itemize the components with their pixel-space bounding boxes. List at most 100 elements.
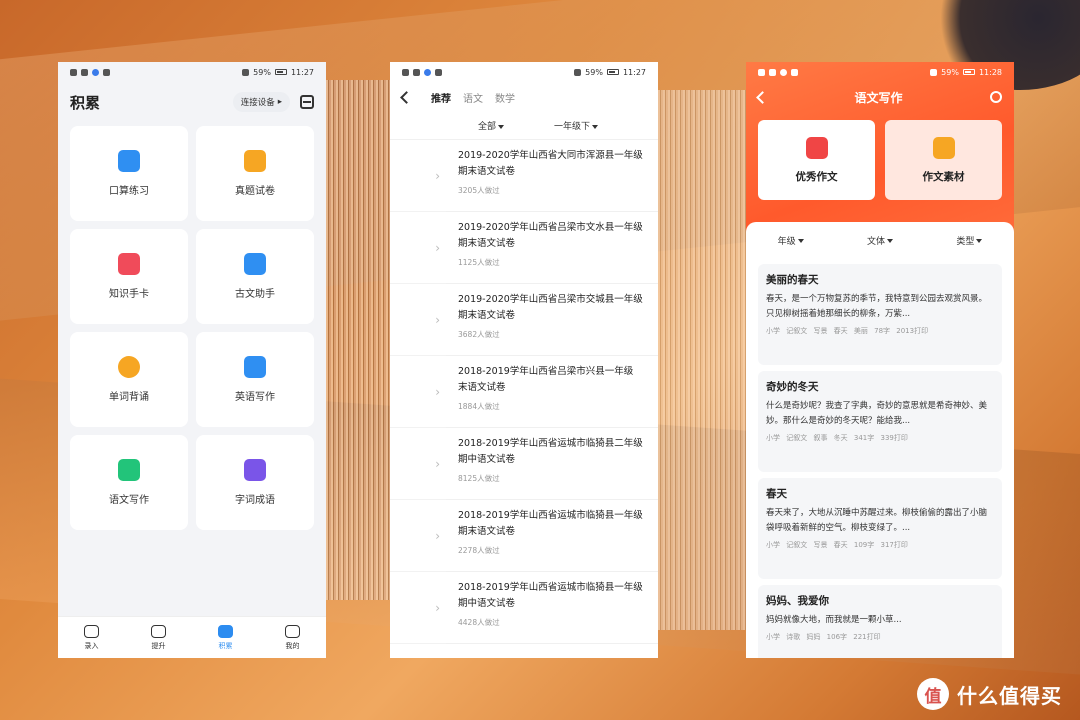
accumulate-icon bbox=[218, 624, 233, 638]
filter-grade[interactable]: 一年级下 bbox=[554, 119, 599, 132]
excellent-essays-card[interactable]: 优秀作文 bbox=[758, 120, 875, 200]
tile-ancient-text[interactable]: 古文助手 bbox=[196, 229, 314, 324]
clock: 11:28 bbox=[978, 67, 1002, 77]
wifi-icon bbox=[769, 68, 776, 76]
tab-label: 我的 bbox=[285, 641, 300, 650]
top-nav: 推荐 语文 数学 bbox=[390, 82, 658, 112]
logo-icon: 值 bbox=[917, 678, 949, 710]
filter-grade[interactable]: 年级 bbox=[778, 234, 804, 247]
tile-chinese-writing[interactable]: 语文写作 bbox=[70, 435, 188, 530]
status-bar: 59% 11:27 bbox=[390, 62, 658, 82]
list-item[interactable]: 2018-2019学年山西省运城市临猗县二年级 期中语文试卷 8125人做过 bbox=[446, 428, 658, 500]
caret-down-icon bbox=[887, 239, 893, 243]
chevron-right-icon[interactable]: › bbox=[390, 140, 446, 212]
wechat-icon bbox=[103, 68, 110, 76]
watermark-text: 什么值得买 bbox=[957, 683, 1062, 708]
exam-count: 3682人做过 bbox=[458, 330, 500, 339]
search-icon[interactable] bbox=[989, 91, 1002, 103]
tile-label: 字词成语 bbox=[235, 495, 275, 506]
back-arrow-icon[interactable] bbox=[756, 90, 769, 104]
tile-word-recite[interactable]: 单词背诵 bbox=[70, 332, 188, 427]
tile-mental-math[interactable]: 口算练习 bbox=[70, 126, 188, 221]
tab-accumulate[interactable]: 积累 bbox=[218, 624, 233, 651]
material-icon bbox=[932, 136, 955, 159]
app-icon bbox=[92, 68, 99, 76]
idiom-icon bbox=[244, 459, 266, 481]
filter-label: 类型 bbox=[956, 236, 975, 247]
tab-recommend[interactable]: 推荐 bbox=[431, 90, 451, 105]
list-item[interactable]: 2018-2019学年山西省运城市临猗县一年级 期末语文试卷 2278人做过 bbox=[446, 500, 658, 572]
ancient-text-icon bbox=[244, 253, 266, 275]
connect-device-button[interactable]: 连接设备 ▸ bbox=[232, 92, 290, 112]
chevron-right-icon[interactable]: › bbox=[390, 356, 446, 428]
wifi-icon bbox=[413, 68, 420, 76]
exam-title: 2019-2020学年山西省吕梁市文水县一年级 bbox=[458, 222, 643, 233]
header-banner: 59% 11:28 语文写作 优秀作文 作文素材 bbox=[746, 62, 1014, 237]
chevron-right-icon[interactable]: › bbox=[390, 572, 446, 644]
notification-icon bbox=[758, 68, 765, 76]
upgrade-icon bbox=[151, 624, 166, 638]
tile-knowledge-cards[interactable]: 知识手卡 bbox=[70, 229, 188, 324]
filter-type[interactable]: 类型 bbox=[956, 234, 983, 247]
exam-title-cont: 期中语文试卷 bbox=[458, 598, 516, 609]
caret-down-icon bbox=[797, 239, 804, 243]
exam-title: 2018-2019学年山西省运城市临猗县一年级 bbox=[458, 582, 643, 593]
tab-input[interactable]: 录入 bbox=[84, 624, 99, 651]
exam-paper-icon bbox=[244, 150, 266, 172]
writing-materials-card[interactable]: 作文素材 bbox=[885, 120, 1002, 200]
exam-title: 2018-2019学年山西省吕梁市兴县一年级 bbox=[458, 366, 634, 377]
back-arrow-icon[interactable] bbox=[400, 90, 413, 104]
wechat-icon bbox=[435, 68, 442, 76]
essay-card[interactable]: 美丽的春天 春天，是一个万物复苏的季节，我特意到公园去观赏风景。只见柳树摇着她那细… bbox=[758, 264, 1002, 365]
page-title: 积累 bbox=[70, 93, 101, 112]
exam-title-cont: 期末语文试卷 bbox=[458, 166, 516, 177]
app-icon bbox=[424, 68, 431, 76]
category-column: › › › › › › › bbox=[390, 140, 446, 644]
tile-exam-papers[interactable]: 真题试卷 bbox=[196, 126, 314, 221]
tab-improve[interactable]: 提升 bbox=[151, 624, 166, 651]
bluetooth-icon bbox=[242, 68, 250, 76]
chevron-right-icon[interactable]: › bbox=[390, 212, 446, 284]
card-label: 作文素材 bbox=[922, 170, 965, 183]
exam-count: 8125人做过 bbox=[458, 474, 500, 483]
top-nav: 语文写作 bbox=[746, 82, 1014, 112]
chevron-right-icon[interactable]: › bbox=[390, 500, 446, 572]
list-item[interactable]: 2019-2020学年山西省大同市浑源县一年级 期末语文试卷 3205人做过 bbox=[446, 140, 658, 212]
camera-icon bbox=[84, 624, 99, 638]
exam-title: 2019-2020学年山西省大同市浑源县一年级 bbox=[458, 150, 643, 161]
list-item[interactable]: 2019-2020学年山西省吕梁市交城县一年级 期末语文试卷 3682人做过 bbox=[446, 284, 658, 356]
profile-icon bbox=[285, 624, 300, 638]
exam-title: 2018-2019学年山西省运城市临猗县二年级 bbox=[458, 438, 643, 449]
essay-excerpt: 妈妈就像大地，而我就是一颗小草... bbox=[766, 615, 902, 625]
chevron-right-icon[interactable]: › bbox=[390, 284, 446, 356]
tile-english-writing[interactable]: 英语写作 bbox=[196, 332, 314, 427]
caret-right-icon: ▸ bbox=[277, 97, 282, 107]
essay-card[interactable]: 奇妙的冬天 什么是奇妙呢？我查了字典，奇妙的意思就是希奇神妙、美妙。那什么是奇妙的… bbox=[758, 371, 1002, 472]
essay-card[interactable]: 春天 春天来了，大地从沉睡中苏醒过来。柳枝偷偷的露出了小脑袋呼吸着新鲜的空气。柳枝… bbox=[758, 478, 1002, 579]
tab-math[interactable]: 数学 bbox=[495, 90, 515, 105]
clock: 11:27 bbox=[622, 67, 646, 77]
battery-icon bbox=[274, 69, 287, 75]
exam-count: 1884人做过 bbox=[458, 402, 500, 411]
chevron-right-icon[interactable]: › bbox=[390, 428, 446, 500]
wechat-icon bbox=[791, 68, 798, 76]
page-header: 积累 连接设备 ▸ bbox=[58, 82, 326, 122]
page-title: 语文写作 bbox=[854, 90, 903, 105]
tile-label: 古文助手 bbox=[235, 289, 275, 300]
tab-mine[interactable]: 我的 bbox=[285, 624, 300, 651]
exam-count: 2278人做过 bbox=[458, 546, 500, 555]
essay-tags: 小学 记叙文 写景 春天 109字 317打印 bbox=[766, 541, 908, 549]
tab-chinese[interactable]: 语文 bbox=[463, 90, 483, 105]
word-recite-icon bbox=[118, 356, 140, 378]
list-item[interactable]: 2019-2020学年山西省吕梁市文水县一年级 期末语文试卷 1125人做过 bbox=[446, 212, 658, 284]
essay-title: 奇妙的冬天 bbox=[766, 381, 819, 393]
scan-icon[interactable] bbox=[300, 95, 314, 109]
list-item[interactable]: 2018-2019学年山西省吕梁市兴县一年级 末语文试卷 1884人做过 bbox=[446, 356, 658, 428]
list-item[interactable]: 2018-2019学年山西省运城市临猗县一年级 期中语文试卷 4428人做过 bbox=[446, 572, 658, 644]
essay-card[interactable]: 妈妈、我爱你 妈妈就像大地，而我就是一颗小草... 小学 诗歌 妈妈 106字 22… bbox=[758, 585, 1002, 658]
app-icon bbox=[780, 68, 787, 76]
filter-genre[interactable]: 文体 bbox=[867, 234, 893, 247]
bluetooth-icon bbox=[930, 68, 938, 76]
filter-all[interactable]: 全部 bbox=[478, 119, 505, 132]
tile-idioms[interactable]: 字词成语 bbox=[196, 435, 314, 530]
